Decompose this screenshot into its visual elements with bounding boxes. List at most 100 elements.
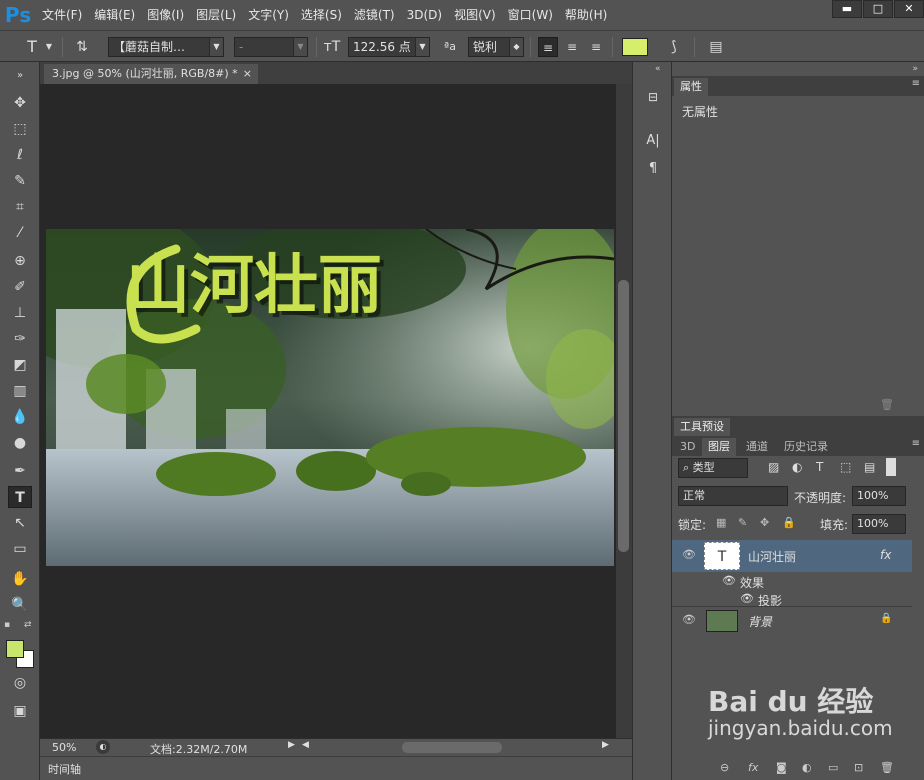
collapse-icon[interactable]: » (8, 70, 32, 82)
font-family-select[interactable]: 【蘑菇自制… ▼ (108, 37, 224, 57)
filter-type-icon[interactable]: T (816, 460, 823, 474)
vertical-scroll-thumb[interactable] (618, 280, 629, 552)
menu-file[interactable]: 文件(F) (36, 0, 88, 30)
add-layer-style-icon[interactable]: fx (748, 761, 758, 774)
eraser-tool-icon[interactable]: ◩ (8, 354, 32, 376)
panel-collapse-icon[interactable]: » (912, 64, 918, 74)
character-icon[interactable]: A| (641, 130, 665, 152)
maximize-button[interactable]: □ (863, 0, 893, 18)
document-image[interactable]: 山河壮丽 山河壮丽 (46, 229, 614, 566)
quick-mask-icon[interactable]: ◎ (8, 672, 32, 694)
filter-smart-object-icon[interactable]: ▤ (864, 460, 875, 474)
brush-tool-icon[interactable]: ✐ (8, 276, 32, 298)
rectangle-tool-icon[interactable]: ▭ (8, 538, 32, 560)
close-tab-icon[interactable]: × (243, 64, 252, 84)
blur-tool-icon[interactable]: 💧 (8, 406, 32, 428)
horizontal-scroll-thumb[interactable] (402, 742, 502, 753)
type-tool-preset-icon[interactable]: T (22, 37, 42, 57)
chevron-down-icon[interactable]: ▼ (44, 37, 54, 57)
history-brush-tool-icon[interactable]: ✑ (8, 328, 32, 350)
crop-tool-icon[interactable]: ⌗ (8, 196, 32, 218)
menu-type[interactable]: 文字(Y) (242, 0, 295, 30)
fill-input[interactable]: 100% (852, 514, 906, 534)
quick-select-tool-icon[interactable]: ✎ (8, 170, 32, 192)
gradient-tool-icon[interactable]: ▥ (8, 380, 32, 402)
path-selection-tool-icon[interactable]: ↖ (8, 512, 32, 534)
trash-icon[interactable]: 🗑 (880, 398, 894, 411)
dock-collapse-icon[interactable]: « (655, 64, 661, 74)
zoom-level[interactable]: 50% (52, 741, 76, 754)
new-layer-icon[interactable]: ⊡ (854, 761, 863, 774)
align-left-icon[interactable]: ≡ (538, 37, 558, 57)
layer-row-text[interactable]: 👁 T 山河壮丽 fx (672, 540, 912, 572)
panel-menu-icon[interactable]: ≡ (912, 78, 920, 89)
fx-badge[interactable]: fx (880, 548, 891, 562)
healing-brush-tool-icon[interactable]: ⊕ (8, 250, 32, 272)
status-expand-icon[interactable]: ▶ (288, 740, 295, 750)
type-tool-icon[interactable]: T (8, 486, 32, 508)
paragraph-icon[interactable]: ¶ (641, 158, 665, 180)
screen-mode-icon[interactable]: ▣ (8, 700, 32, 722)
eyedropper-tool-icon[interactable]: ⁄ (8, 222, 32, 244)
filter-adjustment-icon[interactable]: ◐ (792, 460, 802, 474)
menu-select[interactable]: 选择(S) (295, 0, 348, 30)
status-menu-icon[interactable]: ◐ (96, 740, 110, 754)
menu-3d[interactable]: 3D(D) (401, 0, 448, 30)
warp-text-icon[interactable]: ⟆ (664, 37, 684, 57)
layer-comps-icon[interactable]: ⊟ (641, 86, 665, 108)
tab-channels[interactable]: 通道 (740, 438, 774, 456)
text-color-swatch[interactable] (622, 38, 648, 56)
menu-edit[interactable]: 编辑(E) (88, 0, 141, 30)
filter-pixel-icon[interactable]: ▨ (768, 460, 779, 474)
menu-image[interactable]: 图像(I) (141, 0, 190, 30)
default-colors-icon[interactable]: ▪ (4, 620, 10, 630)
align-right-icon[interactable]: ≡ (586, 37, 606, 57)
close-button[interactable]: ✕ (894, 0, 924, 18)
timeline-panel-bar[interactable]: 时间轴 (40, 756, 632, 780)
add-mask-icon[interactable]: ◙ (776, 761, 787, 774)
delete-layer-icon[interactable]: 🗑 (880, 761, 894, 774)
font-size-select[interactable]: 122.56 点 ▼ (348, 37, 430, 57)
menu-filter[interactable]: 滤镜(T) (348, 0, 401, 30)
tab-3d[interactable]: 3D (674, 438, 701, 456)
text-orientation-icon[interactable]: ⇅ (72, 37, 92, 57)
character-panel-icon[interactable]: ▤ (706, 37, 726, 57)
tab-properties[interactable]: 属性 (674, 78, 708, 96)
scroll-left-icon[interactable]: ◀ (302, 740, 309, 750)
dodge-tool-icon[interactable]: ● (8, 432, 32, 454)
minimize-button[interactable]: ▬ (832, 0, 862, 18)
visibility-eye-icon[interactable]: 👁 (682, 613, 696, 626)
menu-help[interactable]: 帮助(H) (559, 0, 613, 30)
hand-tool-icon[interactable]: ✋ (8, 568, 32, 590)
layer-filter-kind-select[interactable]: ⌕ 类型 (678, 458, 748, 478)
align-center-icon[interactable]: ≡ (562, 37, 582, 57)
tab-layers[interactable]: 图层 (702, 438, 736, 456)
pen-tool-icon[interactable]: ✒ (8, 460, 32, 482)
tab-history[interactable]: 历史记录 (778, 438, 834, 456)
filter-shape-icon[interactable]: ⬚ (840, 460, 851, 474)
lock-position-icon[interactable]: ✥ (760, 516, 769, 529)
swap-colors-icon[interactable]: ⇄ (24, 620, 32, 630)
lock-all-icon[interactable]: 🔒 (782, 516, 796, 529)
document-tab[interactable]: 3.jpg @ 50% (山河壮丽, RGB/8#) * × (44, 64, 258, 84)
layer-effects-row[interactable]: 👁 效果 (672, 572, 912, 590)
lock-pixels-icon[interactable]: ✎ (738, 516, 747, 529)
move-tool-icon[interactable]: ✥ (8, 92, 32, 114)
lasso-tool-icon[interactable]: ℓ (8, 144, 32, 166)
panel-menu-icon[interactable]: ≡ (912, 438, 920, 449)
blend-mode-select[interactable]: 正常 (678, 486, 788, 506)
new-adjustment-layer-icon[interactable]: ◐ (802, 761, 812, 774)
font-style-select[interactable]: - ▼ (234, 37, 308, 57)
menu-view[interactable]: 视图(V) (448, 0, 502, 30)
tab-tool-presets[interactable]: 工具预设 (674, 418, 730, 436)
visibility-eye-icon[interactable]: 👁 (682, 548, 696, 561)
new-group-icon[interactable]: ▭ (828, 761, 838, 774)
filter-toggle-icon[interactable] (886, 458, 896, 476)
zoom-tool-icon[interactable]: 🔍 (8, 594, 32, 616)
lock-transparent-icon[interactable]: ▦ (716, 516, 726, 529)
menu-window[interactable]: 窗口(W) (502, 0, 559, 30)
link-layers-icon[interactable]: ⊖ (720, 761, 729, 774)
menu-layer[interactable]: 图层(L) (190, 0, 242, 30)
foreground-color-swatch[interactable] (6, 640, 24, 658)
visibility-eye-icon[interactable]: 👁 (740, 592, 754, 605)
